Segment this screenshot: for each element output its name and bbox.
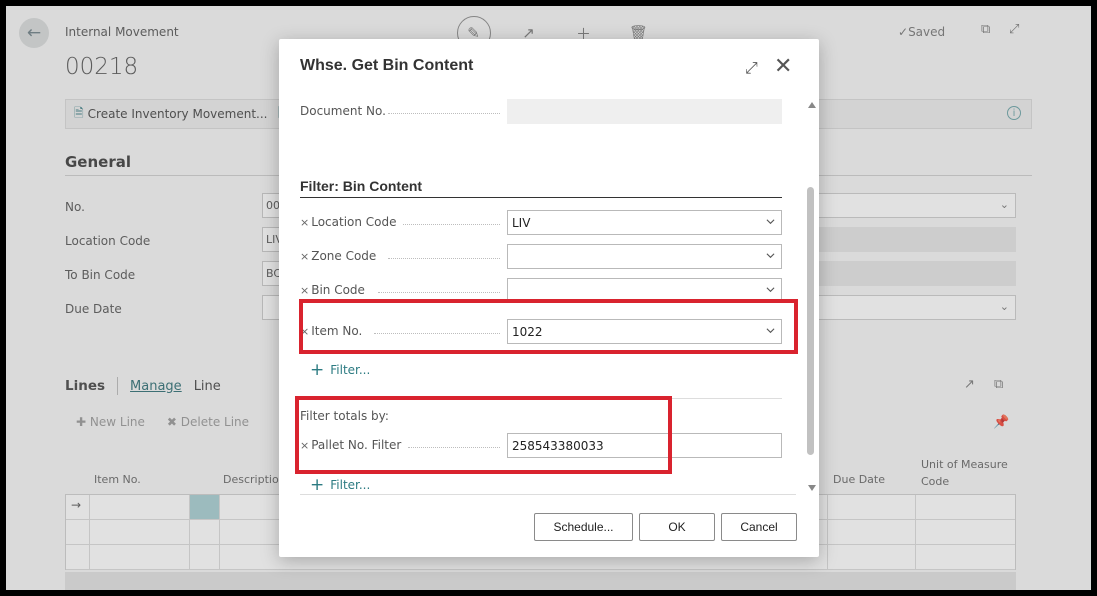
add-filter-link-2[interactable]: + Filter... [310, 475, 370, 495]
filter-bin-content-title: Filter: Bin Content [300, 178, 423, 194]
dotted-leader [388, 113, 500, 114]
chevron-down-icon [766, 253, 775, 259]
scroll-up-icon[interactable] [808, 102, 816, 108]
location-code-label: Location Code [311, 215, 397, 229]
bin-code-input[interactable] [507, 278, 782, 300]
close-icon[interactable]: ✕ [774, 54, 792, 79]
bin-code-filter: × Bin Code [300, 278, 782, 300]
schedule-button[interactable]: Schedule... [534, 513, 633, 541]
dialog-title: Whse. Get Bin Content [300, 57, 474, 74]
add-filter-link[interactable]: + Filter... [310, 360, 370, 380]
scroll-down-icon[interactable] [808, 485, 816, 491]
remove-filter-icon[interactable]: × [300, 250, 309, 263]
location-code-filter: × Location Code LIV [300, 210, 782, 235]
scroll-thumb[interactable] [807, 187, 814, 455]
document-no-input [507, 99, 782, 124]
remove-filter-icon[interactable]: × [300, 284, 309, 297]
location-code-input[interactable]: LIV [507, 210, 782, 235]
remove-filter-icon[interactable]: × [300, 216, 309, 229]
divider [300, 197, 782, 198]
dotted-leader [403, 224, 500, 225]
ok-button[interactable]: OK [639, 513, 715, 541]
document-no-field: Document No. [300, 99, 782, 124]
dotted-leader [378, 292, 500, 293]
chevron-down-icon [766, 219, 775, 225]
highlight-item-no [299, 299, 798, 354]
document-no-label: Document No. [300, 104, 386, 118]
zone-code-input[interactable] [507, 244, 782, 269]
plus-icon: + [310, 360, 325, 380]
bin-code-label: Bin Code [311, 283, 365, 297]
dialog-scrollbar[interactable] [806, 97, 818, 497]
whse-get-bin-content-dialog: Whse. Get Bin Content ⤢ ✕ Document No. F… [279, 39, 819, 557]
zone-code-filter: × Zone Code [300, 244, 782, 269]
divider [300, 494, 796, 495]
chevron-down-icon [766, 287, 775, 293]
expand-icon[interactable]: ⤢ [745, 58, 758, 78]
zone-code-label: Zone Code [311, 249, 377, 263]
dotted-leader [388, 258, 500, 259]
cancel-button[interactable]: Cancel [721, 513, 797, 541]
highlight-pallet-filter [295, 396, 672, 474]
plus-icon: + [310, 475, 325, 495]
screen: ← Internal Movement 00218 ✎ ↗ ＋ 🗑 ✓Saved… [6, 6, 1091, 590]
